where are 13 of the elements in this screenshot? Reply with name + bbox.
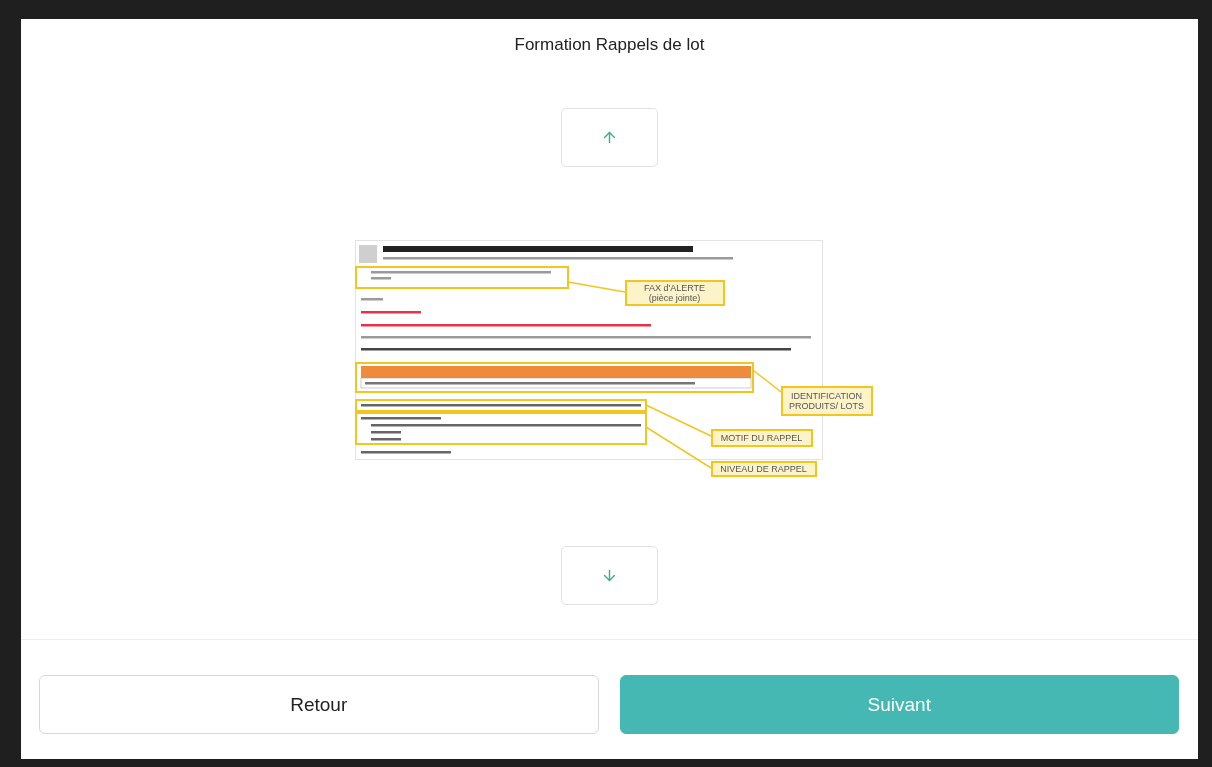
- previous-button[interactable]: [561, 108, 658, 167]
- arrow-down-icon: [601, 567, 618, 584]
- leader-line: [644, 404, 712, 437]
- callout-label: FAX d'ALERTE (pièce jointe): [624, 280, 725, 306]
- page-title: Formation Rappels de lot: [513, 35, 706, 56]
- leader-line: [566, 281, 626, 293]
- leader-line: [644, 426, 712, 469]
- leader-line: [751, 369, 782, 393]
- callout-label: IDENTIFICATION PRODUITS/ LOTS: [780, 386, 873, 416]
- callout-label: MOTIF DU RAPPEL: [710, 429, 813, 447]
- next-slide-button[interactable]: [561, 546, 658, 605]
- back-button[interactable]: Retour: [39, 675, 599, 734]
- callout-label: NIVEAU DE RAPPEL: [710, 461, 817, 477]
